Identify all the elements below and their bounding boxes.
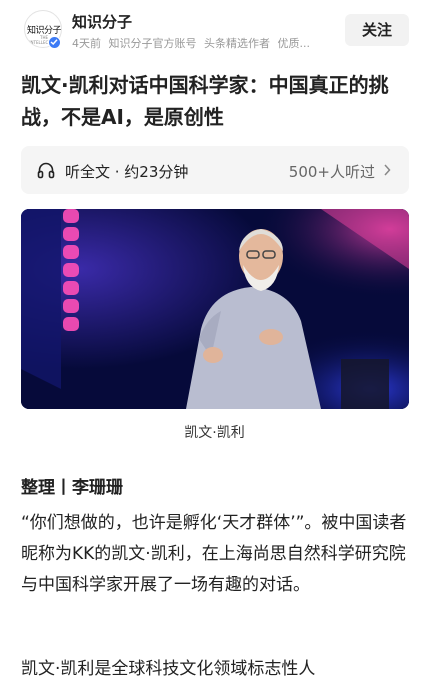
author-badge: 头条精选作者 [204,37,270,50]
headphones-icon [37,162,55,179]
article-header: 知识分子 THE INTELLECTUAL 知识分子 4天前 知识分子官方账号 … [0,0,429,60]
account-type: 知识分子官方账号 [108,37,197,50]
account-name[interactable]: 知识分子 [72,11,132,32]
listen-bar[interactable]: 听全文 · 约23分钟 500+人听过 [21,146,409,194]
image-caption: 凯文·凯利 [184,425,245,441]
meta-more: 优质... [277,37,311,50]
article-title: 凯文·凯利对话中国科学家：中国真正的挑战，不是AI，是原创性 [21,73,389,129]
article-image[interactable] [21,209,409,409]
chevron-right-icon [384,164,391,176]
byline: 整理丨李珊珊 [21,478,123,498]
listen-label: 听全文 · 约23分钟 [65,163,189,181]
account-meta: 4天前 知识分子官方账号 头条精选作者 优质... [72,35,334,51]
follow-button[interactable]: 关注 [345,14,409,46]
speaker-photo [21,209,409,409]
paragraph: “你们想做的，也许是孵化‘天才群体’”。被中国读者昵称为KK的凯文·凯利，在上海… [21,513,407,595]
post-time: 4天前 [72,37,101,50]
paragraph: 凯文·凯利是全球科技文化领域标志性人 [21,659,316,679]
listen-count: 500+人听过 [288,163,375,181]
verified-icon [48,36,61,49]
